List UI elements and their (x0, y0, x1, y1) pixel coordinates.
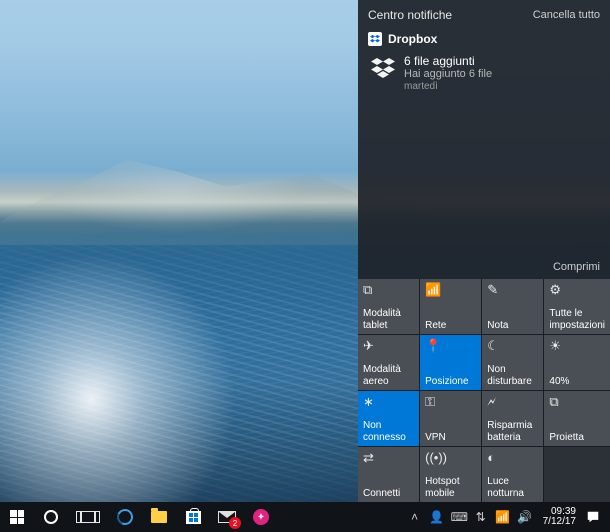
quick-action-location[interactable]: 📍 Posizione (420, 335, 481, 390)
tray-wifi-icon[interactable]: 📶 (495, 510, 511, 524)
task-view-button[interactable] (68, 502, 108, 532)
taskbar-app-explorer[interactable] (142, 502, 176, 532)
task-view-icon (80, 511, 96, 523)
notification-item[interactable]: 6 file aggiunti Hai aggiunto 6 file mart… (368, 52, 600, 92)
quick-action-label: Luce notturna (487, 476, 538, 499)
project-icon: ⧉ (549, 395, 605, 411)
moon-icon: ☾ (487, 339, 538, 355)
taskbar-app-edge[interactable] (108, 502, 142, 532)
quick-action-vpn[interactable]: ⚿ VPN (420, 391, 481, 446)
quick-action-note[interactable]: ✎ Nota (482, 279, 543, 334)
quick-action-quiet-hours[interactable]: ☾ Non disturbare (482, 335, 543, 390)
system-tray: ˄ 👤 ⌨ ⇅ 📶 🔊 09:39 7/12/17 (407, 502, 610, 532)
taskbar-app-mail[interactable]: 2 (210, 502, 244, 532)
quick-action-label: Nota (487, 320, 538, 332)
action-center-button[interactable] (586, 510, 604, 524)
gear-icon: ⚙ (549, 283, 605, 299)
quick-action-all-settings[interactable]: ⚙ Tutte le impostazioni (544, 279, 610, 334)
notification-timestamp: martedì (404, 81, 492, 92)
dropbox-app-icon (368, 32, 382, 46)
quick-action-label: Hotspot mobile (425, 476, 476, 499)
sun-icon: ☀ (549, 339, 605, 355)
quick-action-connect[interactable]: ⇄ Connetti (358, 447, 419, 502)
quick-action-label: VPN (425, 432, 476, 444)
vpn-icon: ⚿ (425, 395, 476, 411)
clear-all-button[interactable]: Cancella tutto (533, 9, 600, 21)
action-center-header: Centro notifiche Cancella tutto (358, 0, 610, 28)
tray-chevron-up-icon[interactable]: ˄ (407, 510, 423, 524)
taskbar-app-store[interactable] (176, 502, 210, 532)
quick-action-brightness[interactable]: ☀ 40% (544, 335, 610, 390)
start-button[interactable] (0, 502, 34, 532)
notification-app-header[interactable]: Dropbox (368, 32, 600, 46)
notification-subtitle: Hai aggiunto 6 file (404, 68, 492, 80)
connect-icon: ⇄ (363, 451, 414, 467)
nightlight-icon: ◐ (487, 451, 538, 467)
windows-logo-icon (10, 510, 24, 524)
taskbar-spacer (278, 502, 407, 532)
quick-action-label: Rete (425, 320, 476, 332)
quick-action-night-light[interactable]: ◐ Luce notturna (482, 447, 543, 502)
quick-action-network[interactable]: 📶 Rete (420, 279, 481, 334)
quick-action-label: Modalità tablet (363, 308, 414, 331)
note-icon: ✎ (487, 283, 538, 299)
location-icon: 📍 (425, 339, 476, 355)
mail-badge: 2 (229, 517, 241, 529)
notification-title: 6 file aggiunti (404, 54, 492, 68)
quick-action-blank (544, 447, 610, 502)
folder-icon (151, 511, 167, 523)
quick-action-battery-saver[interactable]: 🗲 Risparmia batteria (482, 391, 543, 446)
cortana-button[interactable] (34, 502, 68, 532)
action-center-panel: Centro notifiche Cancella tutto Dropbox … (358, 0, 610, 502)
quick-action-airplane[interactable]: ✈ Modalità aereo (358, 335, 419, 390)
taskbar: 2 ✦ ˄ 👤 ⌨ ⇅ 📶 🔊 09:39 7/12/17 (0, 502, 610, 532)
cortana-icon (44, 510, 58, 524)
tray-input-icon[interactable]: ⌨ (451, 510, 467, 524)
quick-action-bluetooth[interactable]: ∗ Non connesso (358, 391, 419, 446)
quick-action-hotspot[interactable]: ((•)) Hotspot mobile (420, 447, 481, 502)
notification-icon (586, 510, 600, 524)
battery-icon: 🗲 (487, 395, 538, 411)
dropbox-icon (370, 54, 396, 80)
quick-action-label: Non connesso (363, 420, 414, 443)
quick-action-label: Modalità aereo (363, 364, 414, 387)
quick-action-label: Proietta (549, 432, 605, 444)
blank-icon (549, 451, 605, 467)
collapse-button[interactable]: Comprimi (358, 257, 610, 279)
quick-action-label: Tutte le impostazioni (549, 308, 605, 331)
tray-volume-icon[interactable]: 🔊 (517, 510, 533, 524)
network-icon: 📶 (425, 283, 476, 299)
quick-action-label: Non disturbare (487, 364, 538, 387)
pink-app-icon: ✦ (253, 509, 269, 525)
tray-network-icon[interactable]: ⇅ (473, 510, 489, 524)
taskbar-app-pink[interactable]: ✦ (244, 502, 278, 532)
action-center-title: Centro notifiche (368, 8, 452, 22)
airplane-icon: ✈ (363, 339, 414, 355)
tray-people-icon[interactable]: 👤 (429, 510, 445, 524)
tablet-icon: ⧉ (363, 283, 414, 299)
edge-icon (115, 507, 136, 528)
taskbar-clock[interactable]: 09:39 7/12/17 (539, 507, 580, 528)
quick-actions-grid: ⧉ Modalità tablet 📶 Rete ✎ Nota ⚙ Tutte le impo… (358, 279, 610, 502)
quick-action-project[interactable]: ⧉ Proietta (544, 391, 610, 446)
quick-action-label: Posizione (425, 376, 476, 388)
hotspot-icon: ((•)) (425, 451, 476, 467)
quick-action-tablet-mode[interactable]: ⧉ Modalità tablet (358, 279, 419, 334)
quick-action-label: Connetti (363, 488, 414, 500)
store-icon (186, 511, 201, 524)
clock-date: 7/12/17 (543, 517, 576, 528)
bluetooth-icon: ∗ (363, 395, 414, 411)
notification-app-name: Dropbox (388, 32, 437, 46)
quick-action-label: 40% (549, 376, 605, 388)
quick-action-label: Risparmia batteria (487, 420, 538, 443)
notification-group: Dropbox 6 file aggiunti Hai aggiunto 6 f… (358, 28, 610, 98)
